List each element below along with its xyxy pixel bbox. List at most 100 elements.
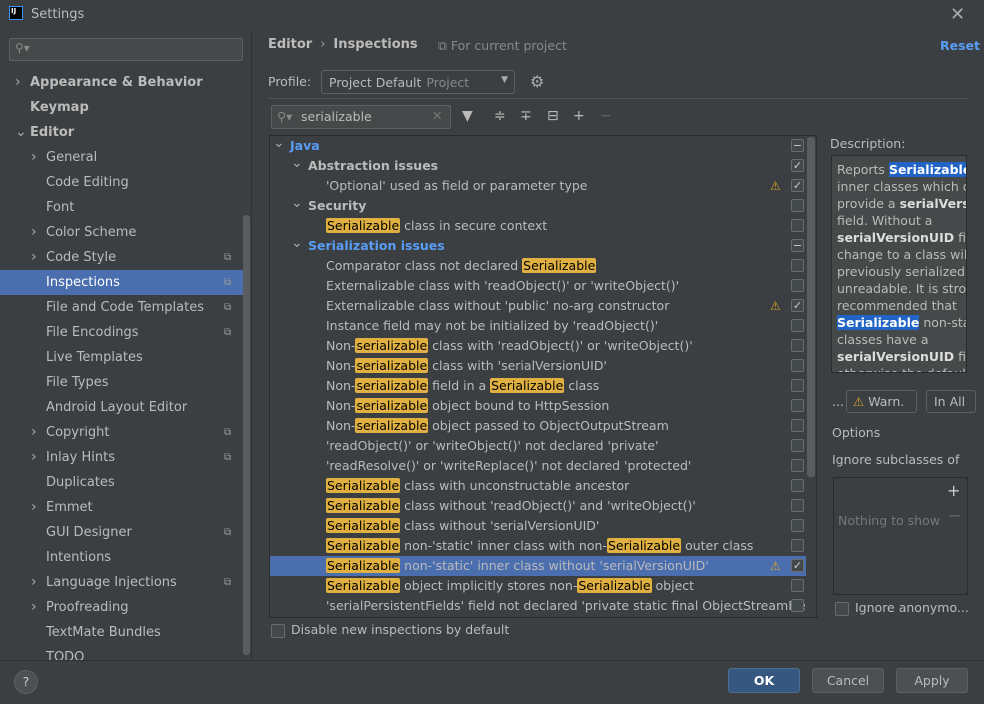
checkbox-unchecked[interactable]: [791, 499, 804, 512]
tree-row[interactable]: Serializable non-'static' inner class wi…: [270, 536, 806, 556]
sidebar-item-color-scheme[interactable]: › Color Scheme: [0, 220, 244, 245]
tree-row[interactable]: Serializable class without 'readObject()…: [270, 496, 806, 516]
checkbox-unchecked[interactable]: [791, 599, 804, 612]
expand-all-icon[interactable]: ≑: [494, 108, 506, 124]
gear-icon[interactable]: ⚙: [530, 72, 544, 91]
sidebar-item-android-layout-editor[interactable]: Android Layout Editor: [0, 395, 244, 420]
tree-row[interactable]: Serializable class without 'serialVersio…: [270, 516, 806, 536]
clear-icon[interactable]: ✕: [432, 108, 442, 123]
tree-row[interactable]: ⌄ Security: [270, 193, 806, 216]
tree-row[interactable]: Externalizable class with 'readObject()'…: [270, 276, 806, 296]
sidebar-scrollbar[interactable]: [243, 215, 250, 655]
checkbox-unchecked[interactable]: [791, 339, 804, 352]
sidebar-search-input[interactable]: ⚲▾: [9, 38, 243, 61]
add-icon[interactable]: +: [573, 108, 585, 124]
sidebar-item-file-encodings[interactable]: File Encodings ⧉: [0, 320, 244, 345]
add-class-button[interactable]: +: [947, 481, 960, 500]
tree-row[interactable]: Non-serializable field in a Serializable…: [270, 376, 806, 396]
checkbox-checked[interactable]: ✓: [791, 159, 804, 172]
cancel-button[interactable]: Cancel: [812, 668, 884, 693]
inspection-search-field[interactable]: ⚲▾ ✕: [271, 105, 451, 129]
sidebar-item-duplicates[interactable]: Duplicates: [0, 470, 244, 495]
reset-link[interactable]: Reset: [940, 38, 980, 53]
tree-row[interactable]: 'serialPersistentFields' field not decla…: [270, 596, 806, 616]
chevron-right-icon[interactable]: ›: [31, 245, 37, 270]
tree-scrollbar[interactable]: [807, 137, 815, 477]
chevron-down-icon[interactable]: ⌄: [291, 153, 303, 173]
tree-row[interactable]: Externalizable class without 'public' no…: [270, 296, 806, 316]
sidebar-item-editor[interactable]: ⌄ Editor: [0, 120, 244, 145]
apply-button[interactable]: Apply: [896, 668, 968, 693]
close-icon[interactable]: ✕: [950, 4, 965, 25]
tree-row[interactable]: Serializable object implicitly stores no…: [270, 576, 806, 596]
sidebar-item-copyright[interactable]: › Copyright ⧉: [0, 420, 244, 445]
checkbox[interactable]: [835, 601, 849, 616]
chevron-down-icon[interactable]: ⌄: [291, 193, 303, 213]
tree-row[interactable]: Non-serializable object passed to Object…: [270, 416, 806, 436]
filter-icon[interactable]: ▼: [462, 108, 473, 124]
checkbox-unchecked[interactable]: [791, 379, 804, 392]
checkbox-mixed[interactable]: −: [791, 139, 804, 152]
sidebar-item-inlay-hints[interactable]: › Inlay Hints ⧉: [0, 445, 244, 470]
checkbox-unchecked[interactable]: [791, 219, 804, 232]
chevron-right-icon[interactable]: ›: [31, 220, 37, 245]
collapse-all-icon[interactable]: ∓: [520, 108, 532, 124]
reset-to-default-icon[interactable]: ⊟: [547, 108, 559, 124]
sidebar-item-inspections[interactable]: Inspections ⧉: [0, 270, 244, 295]
help-button[interactable]: ?: [14, 670, 38, 694]
checkbox-unchecked[interactable]: [791, 419, 804, 432]
chevron-down-icon[interactable]: ⌄: [15, 120, 27, 145]
checkbox-unchecked[interactable]: [791, 439, 804, 452]
remove-icon[interactable]: −: [600, 108, 612, 124]
scope-dropdown[interactable]: In All: [926, 390, 976, 413]
checkbox-unchecked[interactable]: [791, 359, 804, 372]
checkbox-checked[interactable]: ✓: [791, 559, 804, 572]
chevron-down-icon[interactable]: ⌄: [273, 136, 285, 153]
checkbox-unchecked[interactable]: [791, 279, 804, 292]
chevron-right-icon[interactable]: ›: [31, 420, 37, 445]
checkbox-unchecked[interactable]: [791, 259, 804, 272]
tree-row[interactable]: 'readObject()' or 'writeObject()' not de…: [270, 436, 806, 456]
checkbox-checked[interactable]: ✓: [791, 179, 804, 192]
breadcrumb-editor[interactable]: Editor: [268, 37, 312, 52]
checkbox-unchecked[interactable]: [791, 479, 804, 492]
tree-row[interactable]: Non-serializable class with 'readObject(…: [270, 336, 806, 356]
ignore-anonymous-checkbox[interactable]: Ignore anonymo...: [835, 600, 969, 616]
checkbox[interactable]: [271, 623, 285, 638]
checkbox-unchecked[interactable]: [791, 519, 804, 532]
tree-row[interactable]: Comparator class not declared Serializab…: [270, 256, 806, 276]
chevron-right-icon[interactable]: ›: [31, 495, 37, 520]
remove-class-button[interactable]: −: [948, 506, 961, 525]
ok-button[interactable]: OK: [728, 668, 800, 693]
chevron-right-icon[interactable]: ›: [31, 445, 37, 470]
sidebar-item-live-templates[interactable]: Live Templates: [0, 345, 244, 370]
checkbox-unchecked[interactable]: [791, 399, 804, 412]
tree-row[interactable]: 'readResolve()' or 'writeReplace()' not …: [270, 456, 806, 476]
checkbox-unchecked[interactable]: [791, 199, 804, 212]
sidebar-item-appearance-behavior[interactable]: › Appearance & Behavior: [0, 70, 244, 95]
tree-row[interactable]: ⌄ Abstraction issues ✓: [270, 153, 806, 176]
sidebar-item-keymap[interactable]: Keymap: [0, 95, 244, 120]
tree-row[interactable]: Non-serializable class with 'serialVersi…: [270, 356, 806, 376]
tree-row[interactable]: 'Optional' used as field or parameter ty…: [270, 176, 806, 196]
tree-row[interactable]: ⌄ Java −: [270, 136, 806, 156]
chevron-right-icon[interactable]: ›: [31, 595, 37, 620]
sidebar-item-code-style[interactable]: › Code Style ⧉: [0, 245, 244, 270]
tree-row[interactable]: Serializable class in secure context: [270, 216, 806, 236]
chevron-right-icon[interactable]: ›: [31, 145, 37, 170]
tree-row[interactable]: ⌄ Serialization issues −: [270, 233, 806, 256]
sidebar-item-gui-designer[interactable]: GUI Designer ⧉: [0, 520, 244, 545]
tree-row[interactable]: Serializable class with unconstructable …: [270, 476, 806, 496]
severity-dropdown[interactable]: ⚠ Warn.: [846, 390, 917, 413]
sidebar-item-file-and-code-templates[interactable]: File and Code Templates ⧉: [0, 295, 244, 320]
checkbox-unchecked[interactable]: [791, 319, 804, 332]
chevron-down-icon[interactable]: ⌄: [291, 233, 303, 253]
sidebar-item-proofreading[interactable]: › Proofreading: [0, 595, 244, 620]
checkbox-unchecked[interactable]: [791, 459, 804, 472]
sidebar-item-general[interactable]: › General: [0, 145, 244, 170]
checkbox-unchecked[interactable]: [791, 539, 804, 552]
chevron-right-icon[interactable]: ›: [15, 70, 21, 95]
disable-new-inspections-checkbox[interactable]: Disable new inspections by default: [271, 622, 509, 638]
sidebar-item-code-editing[interactable]: Code Editing: [0, 170, 244, 195]
chevron-right-icon[interactable]: ›: [31, 570, 37, 595]
